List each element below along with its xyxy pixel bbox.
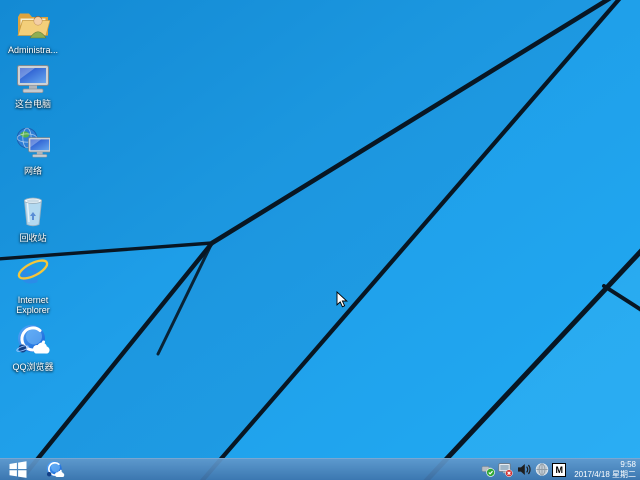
- desktop-icon-label: Administra...: [7, 45, 58, 55]
- start-button[interactable]: [0, 459, 36, 480]
- globe-icon: [535, 463, 548, 476]
- system-tray: M 9:58 2017/4/18 星期二: [480, 460, 640, 479]
- taskbar-clock[interactable]: 9:58 2017/4/18 星期二: [574, 460, 636, 479]
- usb-device-icon: [481, 466, 495, 477]
- qq-browser-icon: [46, 461, 65, 478]
- volume-button[interactable]: [516, 462, 531, 478]
- desktop-icon-recycle-bin[interactable]: 回收站: [1, 194, 65, 243]
- network-icon: [16, 127, 50, 158]
- desktop-icon-label: Internet Explorer: [16, 295, 50, 315]
- desktop-icon-this-pc[interactable]: 这台电脑: [1, 64, 65, 109]
- language-globe-button[interactable]: [534, 462, 549, 478]
- clock-time: 9:58: [620, 460, 636, 469]
- taskbar: M 9:58 2017/4/18 星期二: [0, 458, 640, 480]
- desktop-icon-qq-browser[interactable]: QQ浏览器: [1, 323, 65, 372]
- clock-date: 2017/4/18 星期二: [574, 469, 636, 479]
- desktop-icon-label: 网络: [23, 166, 42, 176]
- network-disconnected-icon: [498, 463, 513, 477]
- desktop-icon-label: 回收站: [19, 233, 47, 243]
- ime-indicator[interactable]: M: [552, 462, 567, 477]
- administrator-folder-icon: [17, 13, 50, 39]
- safely-remove-hardware-button[interactable]: [480, 462, 495, 478]
- desktop-icon-administrator[interactable]: Administra...: [1, 8, 65, 55]
- windows-desktop: Administra... 这台电脑 网络 回收站 e Internet Exp…: [0, 0, 640, 480]
- desktop-icon-internet-explorer[interactable]: e Internet Explorer: [1, 256, 65, 315]
- speaker-icon: [517, 464, 531, 475]
- recycle-bin-icon: [23, 197, 43, 227]
- desktop-icon-label: QQ浏览器: [12, 362, 54, 372]
- internet-explorer-icon: e: [17, 256, 49, 290]
- desktop-icon-label: 这台电脑: [14, 99, 51, 109]
- this-pc-icon: [17, 65, 49, 93]
- desktop-wallpaper: [0, 0, 640, 480]
- taskbar-qq-browser-button[interactable]: [40, 459, 70, 480]
- desktop-icon-network[interactable]: 网络: [1, 127, 65, 176]
- network-status-button[interactable]: [498, 462, 513, 478]
- qq-browser-icon: [16, 325, 50, 354]
- windows-logo-icon: [9, 461, 27, 478]
